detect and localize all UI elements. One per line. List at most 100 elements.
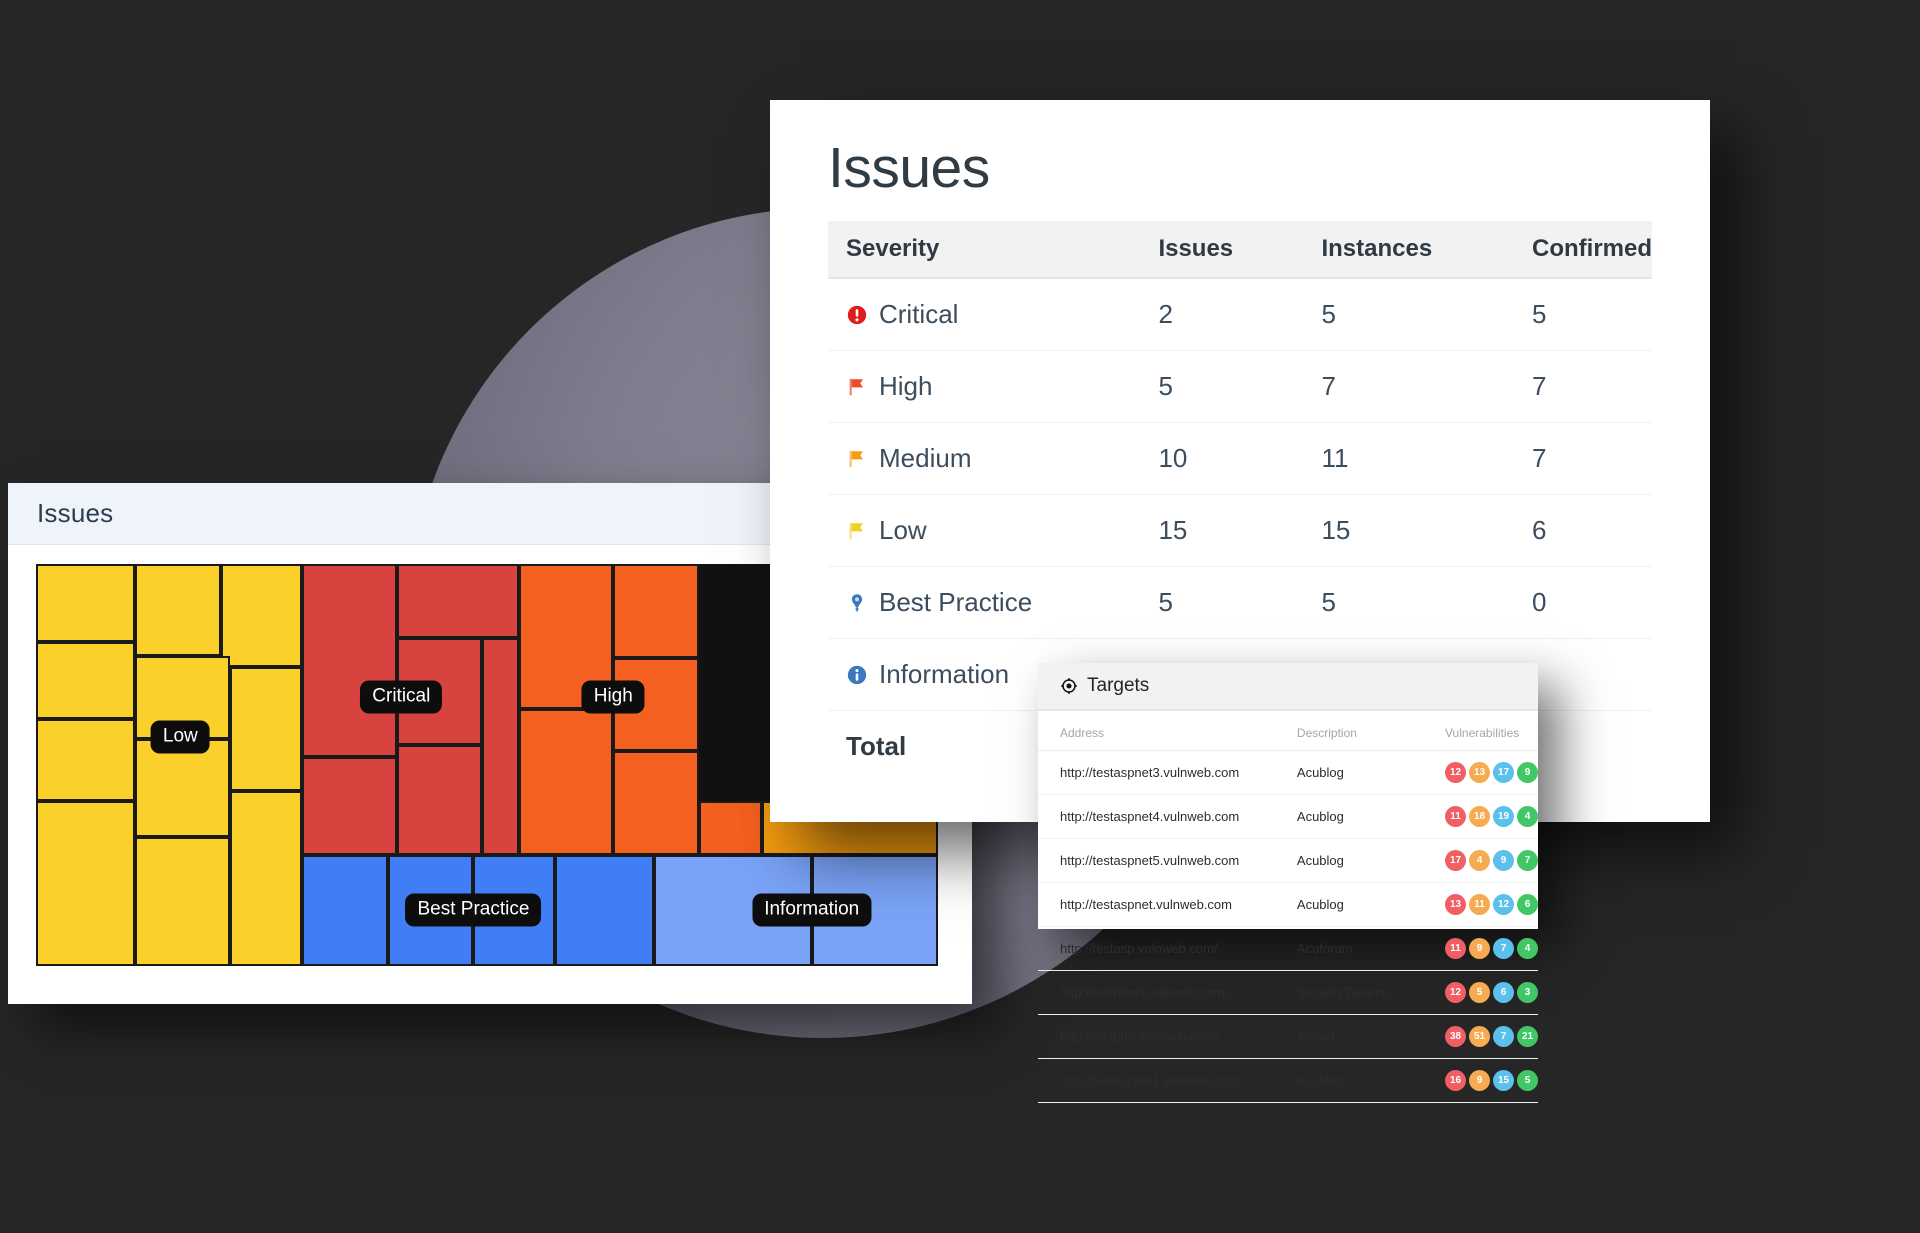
cell-description: Acublog	[1274, 750, 1423, 795]
vulnerability-badge: 11	[1445, 938, 1466, 959]
treemap-cell-low[interactable]	[135, 837, 230, 966]
severity-label: High	[879, 371, 933, 401]
cell-severity: Best Practice	[828, 566, 1141, 639]
treemap-cell-low[interactable]	[36, 642, 136, 719]
best-practice-bulb-icon	[846, 592, 868, 614]
treemap-label-best-practice: Best Practice	[405, 893, 542, 927]
treemap-cell-best-practice[interactable]	[554, 855, 654, 966]
cell-severity: High	[828, 350, 1141, 423]
cell-instances: 15	[1303, 494, 1514, 567]
vulnerability-badge: 4	[1517, 806, 1538, 827]
table-row[interactable]: High 5 7 7	[828, 350, 1652, 423]
treemap-cell-critical[interactable]	[482, 638, 519, 856]
treemap-cell-critical[interactable]	[396, 564, 519, 639]
column-header-instances[interactable]: Instances	[1303, 221, 1514, 279]
table-row[interactable]: Critical 2 5 5	[828, 278, 1652, 351]
cell-description: Acublog	[1274, 838, 1423, 883]
treemap-label-high: High	[581, 680, 645, 714]
column-header-issues[interactable]: Issues	[1140, 221, 1304, 279]
high-flag-icon	[846, 376, 868, 398]
cell-severity: Critical	[828, 278, 1141, 351]
column-header-vulnerabilities[interactable]: Vulnerabilities	[1423, 711, 1538, 751]
treemap-cell-high[interactable]	[698, 801, 763, 856]
cell-address[interactable]: http://testphp.vulnweb.com/	[1038, 1014, 1275, 1059]
vulnerability-badge: 16	[1445, 1070, 1466, 1091]
treemap-cell-low[interactable]	[229, 791, 303, 966]
vulnerability-badge: 12	[1445, 762, 1466, 783]
cell-address[interactable]: http://testaspnet1.vulnweb.com	[1038, 1058, 1275, 1103]
vulnerability-badge: 7	[1493, 1026, 1514, 1047]
column-header-description[interactable]: Description	[1274, 711, 1423, 751]
vulnerability-badge: 9	[1493, 850, 1514, 871]
column-header-confirmed[interactable]: Confirmed	[1514, 221, 1652, 279]
table-header-row: Severity Issues Instances Confirmed	[828, 221, 1652, 279]
vulnerability-badge: 13	[1469, 762, 1490, 783]
treemap-cell-high[interactable]	[613, 750, 699, 856]
cell-issues: 15	[1140, 494, 1304, 567]
cell-address[interactable]: http://testasp.vulnweb.com/	[1038, 926, 1275, 971]
treemap-cell-low[interactable]	[36, 801, 136, 966]
vulnerability-badge: 6	[1517, 894, 1538, 915]
table-row[interactable]: http://testaspnet1.vulnweb.com Acublog 16 9…	[1038, 1058, 1538, 1103]
vulnerability-badge: 9	[1517, 762, 1538, 783]
severity-label: Critical	[879, 299, 959, 329]
information-circle-icon	[846, 664, 868, 686]
treemap-label-low: Low	[150, 720, 210, 754]
treemap-cell-critical[interactable]	[396, 744, 483, 856]
cell-address[interactable]: http://testaspnet4.vulnweb.com	[1038, 794, 1275, 839]
cell-issues: 5	[1140, 350, 1304, 423]
table-row[interactable]: Best Practice 5 5 0	[828, 566, 1652, 639]
severity-label: Information	[879, 659, 1010, 689]
treemap-cell-best-practice[interactable]	[302, 855, 388, 966]
treemap-cell-low[interactable]	[36, 718, 136, 802]
cell-severity: Medium	[828, 422, 1141, 495]
vulnerability-badge: 21	[1517, 1026, 1538, 1047]
column-header-severity[interactable]: Severity	[828, 221, 1141, 279]
vulnerability-badge: 11	[1445, 806, 1466, 827]
cell-issues: 5	[1140, 566, 1304, 639]
table-row[interactable]: http://testaspnet3.vulnweb.com Acublog 12 1…	[1038, 750, 1538, 795]
vulnerability-badge: 17	[1493, 762, 1514, 783]
cell-description: Acuart	[1274, 1014, 1423, 1059]
treemap-cell-low[interactable]	[220, 564, 303, 667]
cell-confirmed: 5	[1514, 278, 1652, 351]
treemap-cell-high[interactable]	[518, 708, 614, 856]
table-row[interactable]: http://testasp.vulnweb.com/Acuforum 11 9 7 4	[1038, 926, 1538, 971]
table-row[interactable]: Low 15 15 6	[828, 494, 1652, 567]
table-row[interactable]: Medium 10 11 7	[828, 422, 1652, 495]
treemap-cell-critical[interactable]	[302, 564, 397, 757]
vulnerability-badge: 13	[1445, 894, 1466, 915]
treemap-cell-high[interactable]	[613, 564, 699, 659]
table-row[interactable]: http://testhtml5.vulnweb.com/SecurityTwe…	[1038, 970, 1538, 1015]
targets-card-title: Targets	[1087, 675, 1150, 696]
vulnerability-badge: 12	[1445, 982, 1466, 1003]
cell-vulnerabilities: 12 13 17 9	[1423, 750, 1538, 795]
vulnerability-badge: 9	[1469, 1070, 1490, 1091]
vulnerability-badge: 9	[1469, 938, 1490, 959]
cell-address[interactable]: http://testaspnet3.vulnweb.com	[1038, 750, 1275, 795]
table-row[interactable]: http://testaspnet5.vulnweb.com Acublog 17 4…	[1038, 838, 1538, 883]
treemap-cell-critical[interactable]	[302, 756, 397, 856]
vulnerability-badge: 15	[1493, 1070, 1514, 1091]
vulnerability-badge: 51	[1469, 1026, 1490, 1047]
cell-address[interactable]: http://testaspnet.vulnweb.com	[1038, 882, 1275, 927]
vulnerability-badge: 7	[1517, 850, 1538, 871]
treemap-cell-low[interactable]	[135, 738, 230, 838]
treemap-cell-low[interactable]	[229, 666, 303, 792]
cell-vulnerabilities: 13 11 12 6	[1423, 882, 1538, 927]
cell-severity: Low	[828, 494, 1141, 567]
targets-table: Address Description Vulnerabilities http…	[1038, 711, 1538, 1103]
vulnerability-badge: 5	[1469, 982, 1490, 1003]
cell-address[interactable]: http://testhtml5.vulnweb.com/	[1038, 970, 1275, 1015]
table-row[interactable]: http://testphp.vulnweb.com/Acuart 38 51 7 21	[1038, 1014, 1538, 1059]
table-row[interactable]: http://testaspnet.vulnweb.com Acublog 13 11…	[1038, 882, 1538, 927]
treemap-cell-low[interactable]	[36, 564, 136, 643]
treemap-cell-low[interactable]	[135, 564, 221, 657]
cell-description: Acublog	[1274, 1058, 1423, 1103]
cell-confirmed: 7	[1514, 422, 1652, 495]
vulnerability-badge: 12	[1493, 894, 1514, 915]
target-crosshair-icon	[1060, 677, 1078, 695]
cell-address[interactable]: http://testaspnet5.vulnweb.com	[1038, 838, 1275, 883]
table-row[interactable]: http://testaspnet4.vulnweb.com Acublog 11 1…	[1038, 794, 1538, 839]
column-header-address[interactable]: Address	[1038, 711, 1275, 751]
